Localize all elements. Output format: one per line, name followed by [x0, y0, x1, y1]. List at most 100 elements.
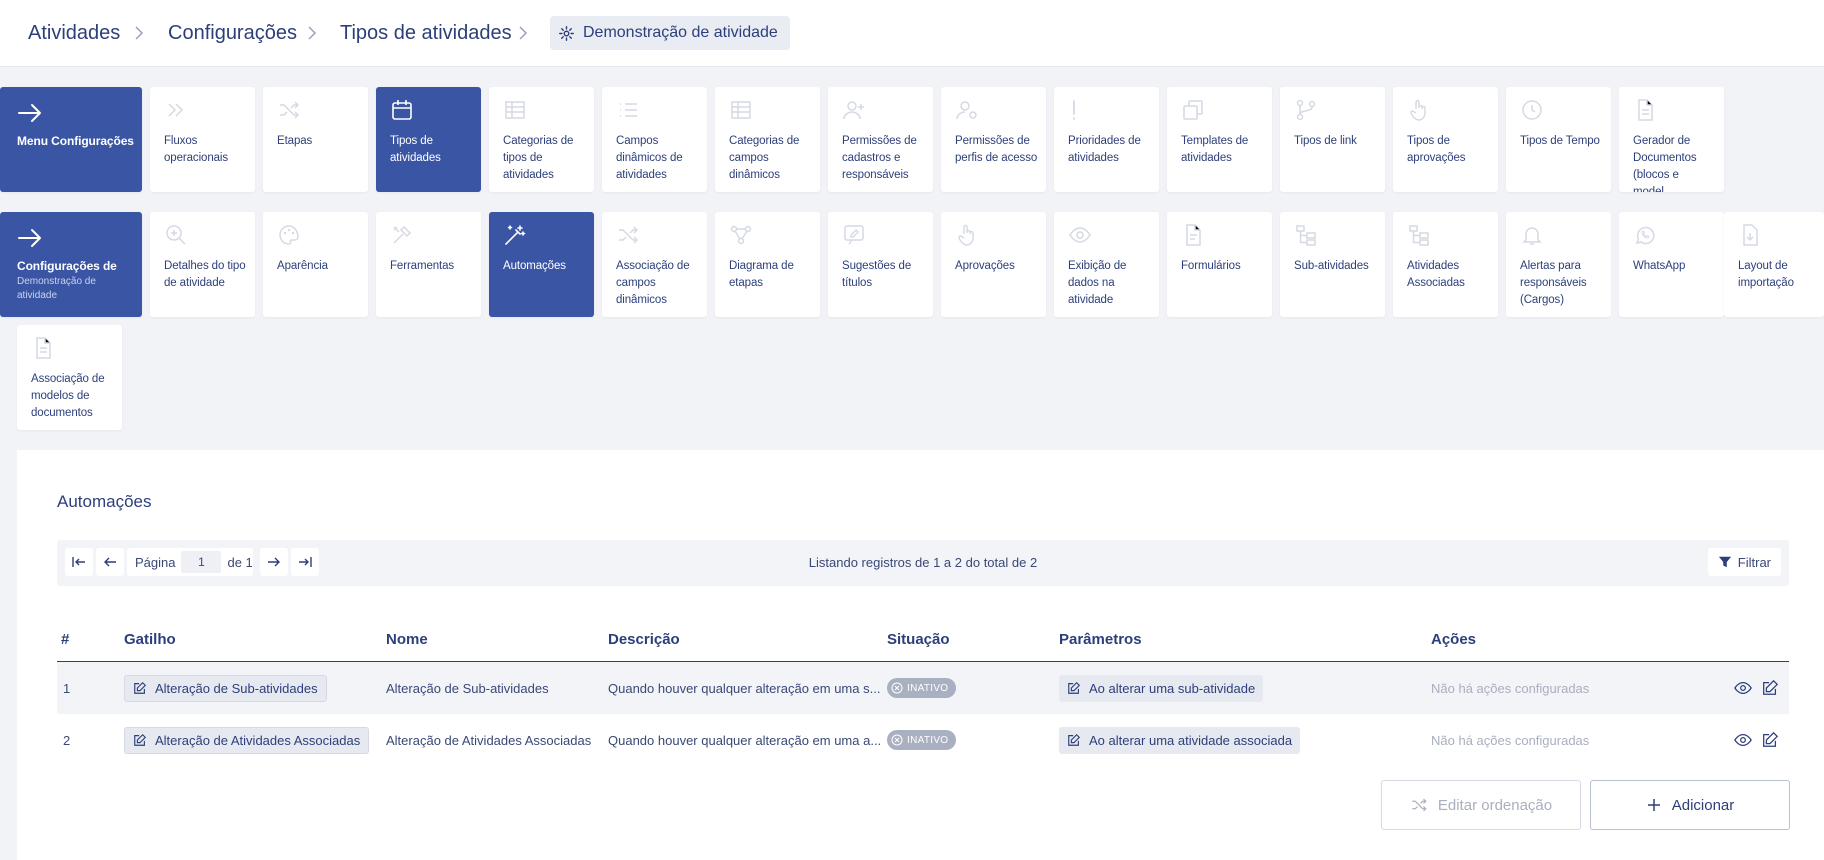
tile-alertas-responsaveis[interactable]: Alertas para responsáveis (Cargos): [1506, 212, 1611, 317]
tile-associacao-modelos[interactable]: Associação de modelos de documentos: [17, 325, 122, 430]
tile-label: Aparência: [277, 260, 328, 272]
tile-label: Tipos de link: [1294, 135, 1357, 147]
tile-fluxos-operacionais[interactable]: Fluxos operacionais: [150, 87, 255, 192]
comment-edit-icon: [844, 225, 864, 245]
status-badge: INATIVO: [887, 730, 957, 750]
tile-label: Categorias de tipos de atividades: [503, 135, 574, 181]
tile-automacoes[interactable]: Automações: [489, 212, 594, 317]
tile-whatsapp[interactable]: WhatsApp: [1619, 212, 1724, 317]
tile-label: Exibição de dados na atividade: [1068, 260, 1127, 306]
table-row[interactable]: 2 Alteração de Atividades Associadas Alt…: [57, 714, 1789, 766]
tile-label: Associação de modelos de documentos: [31, 373, 105, 419]
trigger-cell: Alteração de Atividades Associadas: [124, 714, 370, 766]
tile-label: Detalhes do tipo de atividade: [164, 260, 246, 289]
column-header-situacao[interactable]: Situação: [887, 631, 950, 648]
tile-aprovacoes[interactable]: Aprovações: [941, 212, 1046, 317]
tile-etapas[interactable]: Etapas: [263, 87, 368, 192]
parameter-chip[interactable]: Ao alterar uma atividade associada: [1059, 726, 1301, 754]
name-cell: Alteração de Sub-atividades: [386, 680, 549, 696]
add-button[interactable]: Adicionar: [1590, 780, 1790, 830]
tile-layout-importacao[interactable]: Layout de importação: [1724, 212, 1824, 317]
tile-aparencia[interactable]: Aparência: [263, 212, 368, 317]
exclamation-icon: [1073, 100, 1075, 120]
clock-icon: [1522, 100, 1542, 120]
edit-order-button[interactable]: Editar ordenação: [1381, 780, 1581, 830]
tile-tipos-de-link[interactable]: Tipos de link: [1280, 87, 1385, 192]
tile-diagrama-etapas[interactable]: Diagrama de etapas: [715, 212, 820, 317]
breadcrumb-item-configuracoes[interactable]: Configurações: [168, 20, 297, 46]
status-label: INATIVO: [907, 682, 949, 694]
tile-permissoes-perfis[interactable]: Permissões de perfis de acesso: [941, 87, 1046, 192]
trigger-chip[interactable]: Alteração de Atividades Associadas: [124, 726, 370, 754]
trigger-label: Alteração de Atividades Associadas: [155, 732, 361, 748]
name-cell: Alteração de Atividades Associadas: [386, 732, 592, 748]
tile-label: Menu Configurações: [17, 134, 134, 148]
tile-sub-atividades[interactable]: Sub-atividades: [1280, 212, 1385, 317]
tile-formularios[interactable]: Formulários: [1167, 212, 1272, 317]
filter-button[interactable]: Filtrar: [1707, 548, 1781, 576]
tile-templates[interactable]: Templates de atividades: [1167, 87, 1272, 192]
edit-icon[interactable]: [1761, 679, 1779, 697]
user-gear-icon: [956, 101, 977, 120]
tile-label: Tipos de Tempo: [1520, 135, 1600, 147]
tile-sugestoes-titulos[interactable]: Sugestões de títulos: [828, 212, 933, 317]
eye-icon[interactable]: [1734, 679, 1752, 697]
tile-exibicao-dados[interactable]: Exibição de dados na atividade: [1054, 212, 1159, 317]
actions-cell: Não há ações configuradas: [1431, 680, 1590, 696]
column-header-parametros[interactable]: Parâmetros: [1059, 631, 1142, 648]
tile-tipos-de-atividades[interactable]: Tipos de atividades: [376, 87, 481, 192]
parameter-label: Ao alterar uma atividade associada: [1089, 732, 1293, 748]
tile-label: Permissões de perfis de acesso: [955, 135, 1038, 164]
tile-label: Permissões de cadastros e responsáveis: [842, 135, 917, 181]
parameter-cell: Ao alterar uma sub-atividade: [1059, 662, 1264, 714]
tile-atividades-associadas[interactable]: Atividades Associadas: [1393, 212, 1498, 317]
tile-tipos-de-aprovacoes[interactable]: Tipos de aprovações: [1393, 87, 1498, 192]
hierarchy-icon: [1296, 225, 1316, 246]
double-chevron-icon: [168, 103, 184, 117]
user-plus-icon: [843, 101, 864, 120]
tile-label: Tipos de atividades: [390, 135, 441, 164]
tile-ferramentas[interactable]: Ferramentas: [376, 212, 481, 317]
tile-gerador-documentos[interactable]: Gerador de Documentos (blocos e model...: [1619, 87, 1724, 192]
tile-tipos-de-tempo[interactable]: Tipos de Tempo: [1506, 87, 1611, 192]
edit-icon[interactable]: [1761, 731, 1779, 749]
hand-pointer-icon: [958, 224, 974, 246]
menu-configuracoes-tile[interactable]: Menu Configurações: [0, 87, 142, 192]
document-icon: [36, 337, 51, 359]
eye-icon[interactable]: [1734, 731, 1752, 749]
tile-permissoes-cadastros[interactable]: Permissões de cadastros e responsáveis: [828, 87, 933, 192]
tile-label: Categorias de campos dinâmicos: [729, 135, 800, 181]
form-icon: [1186, 224, 1201, 246]
tile-label: Etapas: [277, 135, 313, 147]
table-icon: [731, 101, 751, 119]
configuracoes-de-tile[interactable]: Configurações de Demonstração de ativida…: [0, 212, 142, 317]
column-header-descricao[interactable]: Descrição: [608, 631, 680, 648]
tile-categorias-de-tipos[interactable]: Categorias de tipos de atividades: [489, 87, 594, 192]
tile-associacao-campos[interactable]: Associação de campos dinâmicos: [602, 212, 707, 317]
table-row[interactable]: 1 Alteração de Sub-atividades Alteração …: [57, 662, 1789, 714]
x-circle-icon: [891, 734, 903, 746]
shuffle-icon: [280, 101, 300, 119]
column-header-nome[interactable]: Nome: [386, 631, 428, 648]
breadcrumb-item-atividades[interactable]: Atividades: [28, 20, 120, 46]
whatsapp-icon: [1635, 226, 1655, 245]
shuffle-icon: [619, 226, 639, 244]
column-header-number: #: [61, 631, 70, 648]
tile-prioridades[interactable]: Prioridades de atividades: [1054, 87, 1159, 192]
tile-detalhes-tipo[interactable]: Detalhes do tipo de atividade: [150, 212, 255, 317]
tile-label: Atividades Associadas: [1407, 260, 1465, 289]
trigger-chip[interactable]: Alteração de Sub-atividades: [124, 674, 327, 702]
arrow-right-icon: [18, 229, 41, 247]
tile-label: Automações: [503, 260, 566, 272]
column-header-gatilho[interactable]: Gatilho: [124, 631, 176, 648]
tile-label: Prioridades de atividades: [1068, 135, 1141, 164]
copy-icon: [1183, 100, 1203, 120]
tile-label: Configurações de: [17, 259, 117, 273]
parameter-chip[interactable]: Ao alterar uma sub-atividade: [1059, 674, 1264, 702]
tile-campos-dinamicos[interactable]: Campos dinâmicos de atividades: [602, 87, 707, 192]
breadcrumb-item-tipos-de-atividades[interactable]: Tipos de atividades: [340, 20, 512, 46]
edit-icon: [1068, 681, 1081, 694]
trigger-cell: Alteração de Sub-atividades: [124, 662, 327, 714]
tile-label: Alertas para responsáveis (Cargos): [1520, 260, 1587, 306]
tile-categorias-campos[interactable]: Categorias de campos dinâmicos: [715, 87, 820, 192]
